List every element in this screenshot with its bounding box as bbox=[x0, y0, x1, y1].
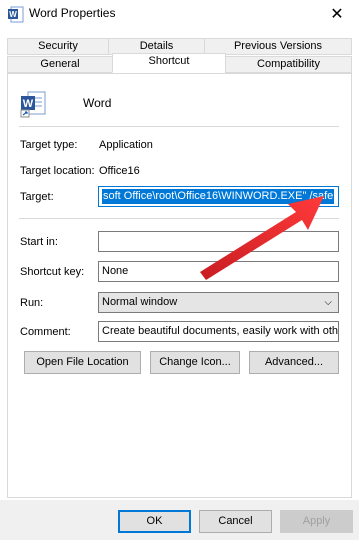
apply-button[interactable]: Apply bbox=[280, 510, 353, 533]
shortcut-key-label: Shortcut key: bbox=[20, 266, 85, 278]
title-bar: W Word Properties ✕ bbox=[0, 0, 359, 30]
tab-security[interactable]: Security bbox=[7, 38, 109, 55]
change-icon-button[interactable]: Change Icon... bbox=[150, 351, 240, 374]
tab-compatibility[interactable]: Compatibility bbox=[225, 56, 352, 73]
window-title: Word Properties bbox=[29, 6, 116, 20]
target-location-label: Target location: bbox=[20, 165, 95, 177]
run-label: Run: bbox=[20, 297, 44, 309]
word-app-icon: W bbox=[8, 6, 24, 23]
comment-input[interactable]: Create beautiful documents, easily work … bbox=[98, 321, 339, 342]
target-type-label: Target type: bbox=[20, 139, 78, 151]
target-label: Target: bbox=[20, 191, 54, 203]
chevron-down-icon: ⌵ bbox=[324, 297, 332, 308]
red-arrow-annotation bbox=[200, 196, 324, 280]
comment-label: Comment: bbox=[20, 326, 71, 338]
app-name: Word bbox=[83, 96, 112, 110]
svg-text:W: W bbox=[9, 10, 17, 19]
advanced-button[interactable]: Advanced... bbox=[249, 351, 339, 374]
ok-button[interactable]: OK bbox=[118, 510, 191, 533]
run-value: Normal window bbox=[102, 296, 178, 308]
run-select[interactable]: Normal window ⌵ bbox=[98, 292, 339, 313]
svg-text:W: W bbox=[23, 98, 34, 110]
open-file-location-button[interactable]: Open File Location bbox=[24, 351, 141, 374]
tab-shortcut[interactable]: Shortcut bbox=[112, 53, 226, 73]
start-in-label: Start in: bbox=[20, 236, 58, 248]
tab-previous-versions[interactable]: Previous Versions bbox=[204, 38, 352, 55]
close-icon[interactable]: ✕ bbox=[322, 3, 352, 27]
word-shortcut-icon: W bbox=[20, 91, 46, 118]
cancel-button[interactable]: Cancel bbox=[199, 510, 272, 533]
separator bbox=[19, 126, 339, 127]
tab-general[interactable]: General bbox=[7, 56, 113, 73]
target-location-value: Office16 bbox=[99, 165, 140, 177]
target-type-value: Application bbox=[99, 139, 153, 151]
